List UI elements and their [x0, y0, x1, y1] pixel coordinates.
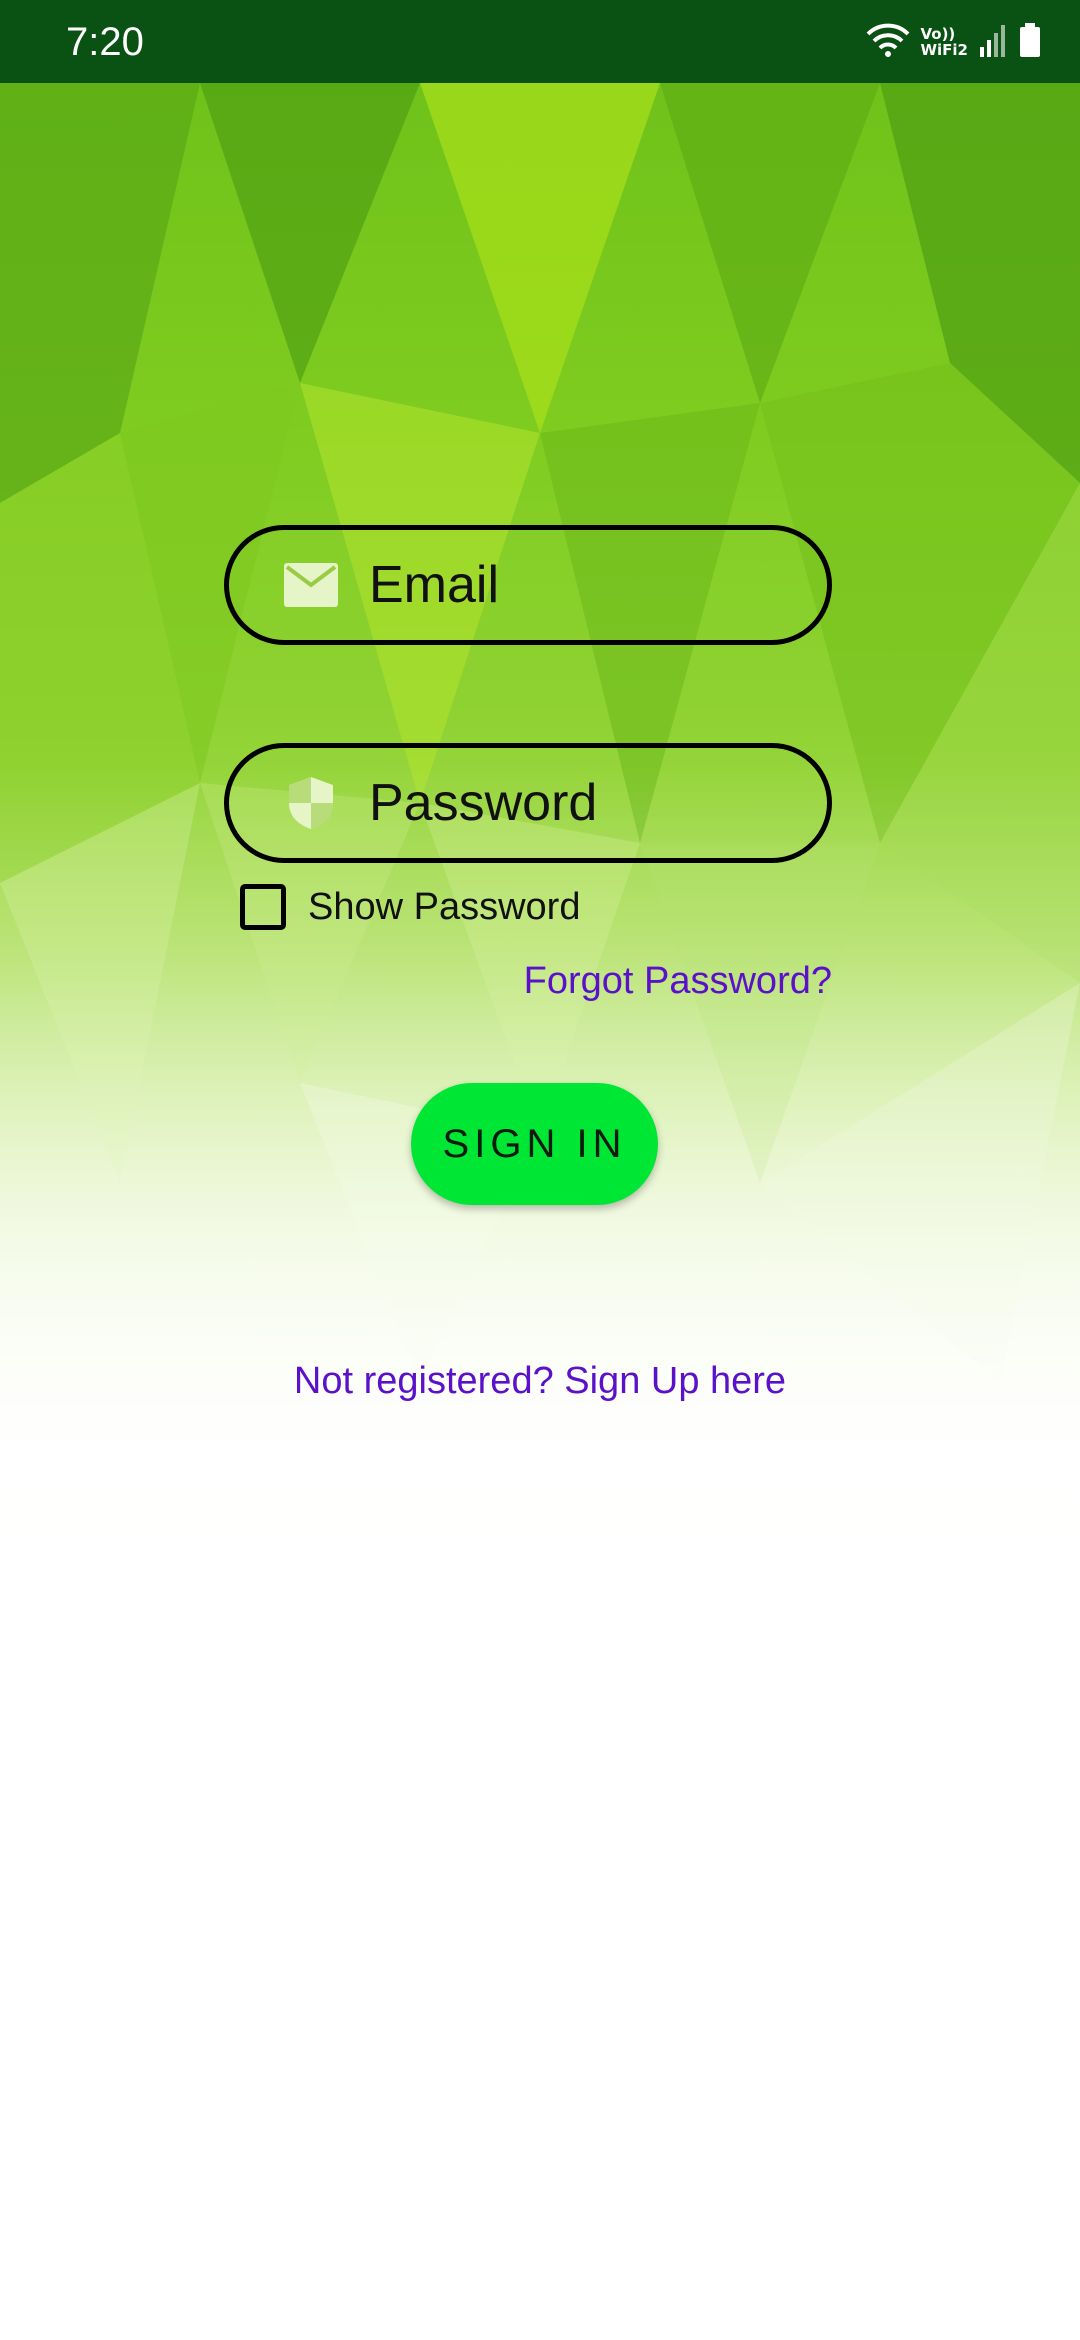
wifi2-label: WiFi2	[920, 41, 968, 59]
password-field[interactable]	[224, 743, 832, 863]
status-bar: 7:20 Vo)) WiFi2	[0, 0, 1080, 83]
status-icons: Vo)) WiFi2	[866, 20, 1042, 64]
signal-icon	[978, 23, 1008, 62]
email-field[interactable]	[224, 525, 832, 645]
show-password-row[interactable]: Show Password	[240, 882, 580, 932]
show-password-label: Show Password	[308, 885, 581, 928]
shield-icon	[283, 775, 339, 831]
wifi-icon	[866, 22, 910, 63]
show-password-checkbox[interactable]	[240, 884, 286, 930]
sign-up-link[interactable]: Not registered? Sign Up here	[0, 1360, 1080, 1403]
password-input[interactable]	[369, 763, 789, 843]
forgot-password-link[interactable]: Forgot Password?	[524, 960, 832, 1003]
sign-in-button[interactable]: SIGN IN	[411, 1083, 658, 1205]
volte-wifi-label: Vo)) WiFi2	[920, 26, 968, 58]
email-input[interactable]	[369, 545, 789, 625]
background	[0, 83, 1080, 2340]
status-time: 7:20	[66, 20, 144, 64]
battery-icon	[1018, 22, 1042, 63]
volte-label: Vo))	[920, 25, 956, 43]
background-fade	[0, 83, 1080, 2340]
envelope-icon	[283, 557, 339, 613]
